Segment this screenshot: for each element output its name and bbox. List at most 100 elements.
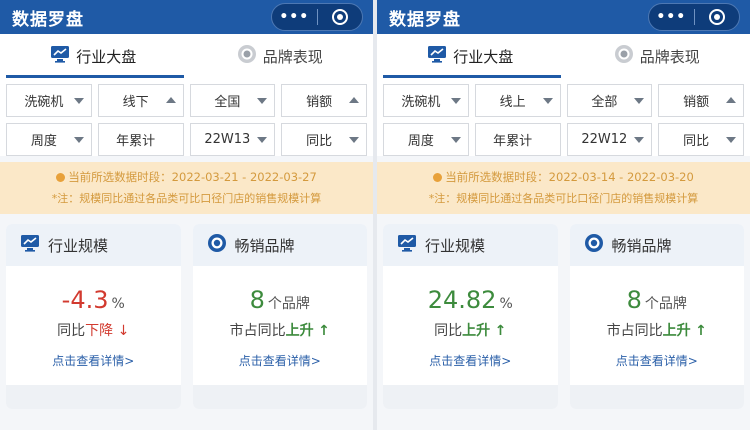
target-icon	[331, 9, 348, 25]
tab-industry-overview-label: 行业大盘	[76, 47, 137, 66]
panel-offline: 数据罗盘 ••• 行业大盘 品牌表现 洗碗机 线下 全国 销额 周度 年累计 2…	[0, 0, 373, 430]
trend-arrow-icon: ↑	[494, 323, 507, 339]
monitor-chart-icon	[50, 45, 70, 67]
more-dots-icon: •••	[656, 9, 687, 25]
period-type-select[interactable]: 周度	[6, 123, 92, 156]
trend-text: 市占同比上升 ↑	[193, 320, 368, 340]
tab-brand-performance[interactable]: 品牌表现	[187, 34, 374, 78]
trend-text: 同比下降 ↓	[6, 320, 181, 340]
date-range-notice: 当前所选数据时段：2022-03-21 - 2022-03-27 *注：规模同比…	[0, 162, 373, 214]
metric-value: 销额	[683, 95, 710, 110]
card-header: 行业规模	[383, 224, 558, 266]
metric-value-row: 8 个品牌	[570, 286, 745, 314]
more-menu-button[interactable]: •••	[649, 4, 694, 30]
active-tab-indicator	[383, 75, 561, 78]
view-details-link[interactable]: 点击查看详情>	[6, 352, 181, 369]
tab-bar: 行业大盘 品牌表现	[377, 34, 750, 78]
tab-industry-overview[interactable]: 行业大盘	[377, 34, 564, 78]
summary-cards: 行业规模 24.82% 同比上升 ↑ 点击查看详情> 畅销品牌 8 个品牌 市占…	[377, 214, 750, 409]
trend-arrow-icon: ↓	[117, 323, 130, 339]
card-title: 畅销品牌	[611, 236, 672, 255]
channel-select[interactable]: 线下	[97, 84, 184, 117]
week-select[interactable]: 22W12	[566, 123, 653, 156]
card-title: 行业规模	[425, 236, 486, 255]
metric-unit: %	[499, 296, 513, 312]
card-title: 畅销品牌	[234, 236, 295, 255]
card-header: 行业规模	[6, 224, 181, 266]
industry-scale-card[interactable]: 行业规模 24.82% 同比上升 ↑ 点击查看详情>	[383, 224, 558, 409]
card-header: 畅销品牌	[569, 224, 744, 266]
industry-scale-card[interactable]: 行业规模 -4.3% 同比下降 ↓ 点击查看详情>	[6, 224, 181, 409]
view-details-link[interactable]: 点击查看详情>	[383, 352, 558, 369]
clock-dot-icon	[433, 172, 443, 182]
chevron-icon	[634, 98, 645, 104]
metric-select[interactable]: 销额	[658, 84, 744, 117]
card-footer	[569, 385, 744, 409]
metric-value-row: 8 个品牌	[193, 286, 368, 314]
filter-row-1: 洗碗机 线下 全国 销额	[6, 84, 367, 117]
top-brands-card[interactable]: 畅销品牌 8 个品牌 市占同比上升 ↑ 点击查看详情>	[569, 224, 745, 409]
region-value: 全国	[214, 95, 241, 110]
filter-row-2: 周度 年累计 22W13 同比	[6, 123, 367, 156]
view-details-link[interactable]: 点击查看详情>	[570, 352, 745, 369]
date-range-notice: 当前所选数据时段：2022-03-14 - 2022-03-20 *注：规模同比…	[377, 162, 750, 214]
more-menu-button[interactable]: •••	[272, 4, 317, 30]
trend-text: 市占同比上升 ↑	[570, 320, 745, 340]
close-button[interactable]	[695, 4, 740, 30]
date-range-line: 当前所选数据时段：2022-03-21 - 2022-03-27	[0, 169, 373, 185]
chevron-icon	[726, 97, 736, 103]
trend-word: 下降	[85, 323, 114, 339]
trend-arrow-icon: ↑	[318, 323, 330, 339]
accumulation-select[interactable]: 年累计	[97, 123, 184, 156]
view-details-link[interactable]: 点击查看详情>	[193, 352, 368, 369]
app-title: 数据罗盘	[12, 10, 84, 30]
filter-row-2: 周度 年累计 22W12 同比	[383, 123, 744, 156]
date-range-text: 当前所选数据时段：2022-03-21 - 2022-03-27	[68, 170, 317, 184]
badge-icon	[207, 233, 227, 257]
category-select[interactable]: 洗碗机	[6, 84, 92, 117]
chevron-icon	[450, 137, 461, 143]
metric-select[interactable]: 销额	[281, 84, 367, 117]
period-type-select[interactable]: 周度	[383, 123, 469, 156]
active-tab-indicator	[6, 75, 184, 78]
chart-monitor-icon	[20, 234, 40, 256]
week-select[interactable]: 22W13	[189, 123, 276, 156]
filter-row-1: 洗碗机 线上 全部 销额	[383, 84, 744, 117]
trend-text: 同比上升 ↑	[383, 320, 558, 340]
trend-prefix: 市占同比	[229, 323, 286, 339]
chevron-icon	[73, 98, 84, 104]
metric-number: -4.3	[61, 286, 109, 314]
trend-prefix: 同比	[434, 323, 463, 339]
metric-value-row: -4.3%	[6, 286, 181, 314]
comparison-value: 同比	[306, 134, 333, 149]
comparison-select[interactable]: 同比	[281, 123, 367, 156]
channel-value: 线下	[122, 95, 149, 110]
tab-industry-overview[interactable]: 行业大盘	[0, 34, 187, 78]
metric-number: 24.82	[427, 286, 497, 314]
category-select[interactable]: 洗碗机	[383, 84, 469, 117]
chevron-icon	[73, 137, 84, 143]
clock-dot-icon	[56, 172, 66, 182]
region-select[interactable]: 全国	[189, 84, 276, 117]
card-header: 畅销品牌	[192, 224, 367, 266]
chevron-icon	[165, 97, 176, 103]
accumulation-select[interactable]: 年累计	[474, 123, 561, 156]
region-select[interactable]: 全部	[566, 84, 653, 117]
trend-prefix: 市占同比	[606, 323, 663, 339]
tab-bar: 行业大盘 品牌表现	[0, 34, 373, 78]
app-title: 数据罗盘	[389, 10, 461, 30]
medal-icon	[237, 44, 257, 68]
channel-select[interactable]: 线上	[474, 84, 561, 117]
badge-icon	[584, 233, 604, 257]
chevron-icon	[349, 137, 359, 143]
metric-value-row: 24.82%	[383, 286, 558, 314]
tab-brand-performance[interactable]: 品牌表现	[564, 34, 750, 78]
close-button[interactable]	[318, 4, 363, 30]
week-value: 22W12	[581, 132, 628, 147]
period-type-value: 周度	[30, 134, 57, 149]
metric-unit: %	[111, 296, 125, 312]
metric-number: 8	[249, 286, 265, 314]
top-brands-card[interactable]: 畅销品牌 8 个品牌 市占同比上升 ↑ 点击查看详情>	[192, 224, 368, 409]
chevron-icon	[542, 98, 553, 104]
comparison-select[interactable]: 同比	[658, 123, 744, 156]
